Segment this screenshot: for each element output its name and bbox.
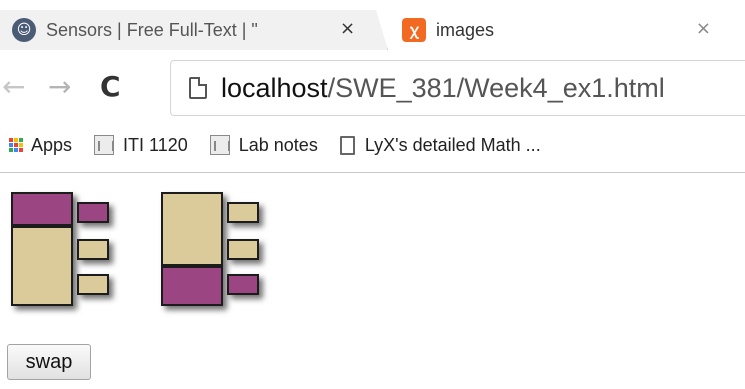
institution-icon: [94, 135, 115, 155]
tab-close-icon[interactable]: ×: [696, 18, 711, 39]
tab-title: Sensors | Free Full-Text | ": [46, 19, 258, 40]
bookmark-label: Lab notes: [238, 134, 318, 155]
bookmark-apps[interactable]: Apps: [0, 135, 72, 156]
reload-icon[interactable]: C: [100, 72, 121, 102]
apps-dot: [9, 138, 13, 142]
page-content: swap: [0, 174, 745, 389]
back-icon[interactable]: ←: [2, 72, 25, 102]
bookmark-label: LyX's detailed Math ...: [364, 134, 541, 155]
apps-dot: [14, 143, 18, 147]
apps-dot: [19, 138, 23, 142]
url-path: /SWE_381/Week4_ex1.html: [327, 72, 665, 103]
browser-toolbar: ← → C localhost/SWE_381/Week4_ex1.html: [0, 58, 745, 118]
mdpi-favicon-icon: ☺: [12, 18, 36, 42]
address-bar[interactable]: localhost/SWE_381/Week4_ex1.html: [170, 60, 745, 116]
institution-icon: [209, 135, 230, 155]
bookmark-iti-1120[interactable]: ITI 1120: [94, 135, 188, 156]
tab-close-icon[interactable]: ×: [340, 18, 355, 39]
image-tan-pin: [77, 274, 109, 295]
apps-dot: [19, 148, 23, 152]
forward-icon[interactable]: →: [48, 72, 71, 102]
apps-dot: [14, 138, 18, 142]
bookmark-label: ITI 1120: [123, 134, 188, 155]
url-text[interactable]: localhost/SWE_381/Week4_ex1.html: [221, 73, 665, 104]
image-purple-pin: [77, 202, 109, 223]
apps-dot: [9, 143, 13, 147]
tab-sensors[interactable]: ☺ Sensors | Free Full-Text | " ×: [0, 10, 388, 50]
image-tan-segment: [11, 226, 73, 306]
page-icon: [189, 77, 207, 99]
swap-button[interactable]: swap: [7, 344, 91, 380]
image-tan-pin: [227, 239, 259, 260]
bookmark-label: Apps: [31, 134, 73, 155]
tab-strip: ☺ Sensors | Free Full-Text | " × ꭓ image…: [0, 0, 745, 58]
image-purple-segment: [11, 192, 73, 226]
image-tan-pin: [77, 239, 109, 260]
apps-dot: [19, 143, 23, 147]
switch-image-right: [161, 192, 264, 306]
image-tan-pin: [227, 202, 259, 223]
page-icon: [339, 135, 355, 155]
url-host: localhost: [221, 72, 328, 103]
bookmarks-bar: Apps ITI 1120 Lab notes LyX's detailed M…: [0, 118, 745, 173]
image-tan-segment: [161, 192, 223, 266]
tab-title: images: [436, 19, 495, 40]
bookmark-lab-notes[interactable]: Lab notes: [209, 134, 318, 156]
tab-images[interactable]: ꭓ images ×: [388, 10, 733, 50]
switch-image-left: [11, 192, 114, 306]
bookmark-lyx-math[interactable]: LyX's detailed Math ...: [339, 134, 541, 156]
apps-dot: [9, 148, 13, 152]
xampp-favicon-icon: ꭓ: [402, 18, 426, 42]
apps-dot: [14, 148, 18, 152]
apps-grid-icon: [9, 138, 23, 152]
image-purple-segment: [161, 266, 223, 306]
image-purple-pin: [227, 274, 259, 295]
